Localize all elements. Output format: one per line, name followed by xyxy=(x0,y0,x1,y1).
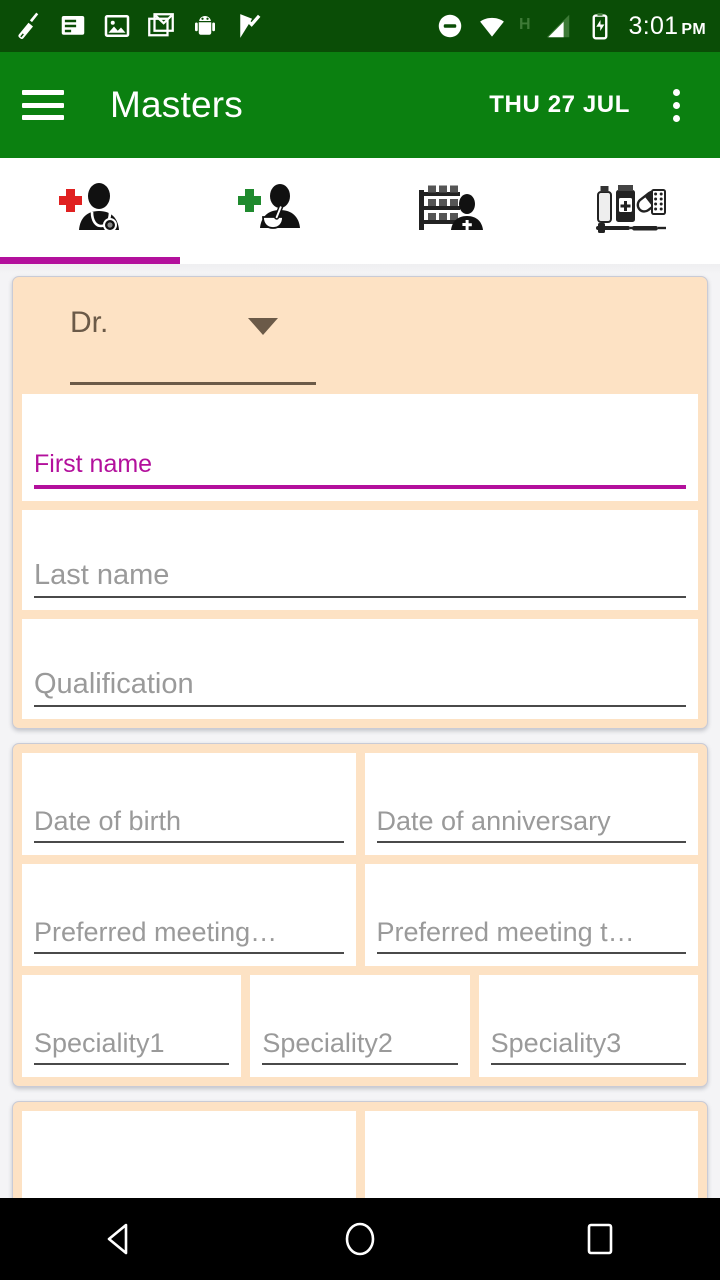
stockist-shelf-person-icon xyxy=(419,185,483,230)
title-dropdown-underline xyxy=(70,382,316,385)
partial-field-right[interactable] xyxy=(364,1111,698,1198)
chevron-down-icon xyxy=(248,318,278,335)
status-bar-left-icons xyxy=(14,11,435,41)
date-of-anniversary-field[interactable]: Date of anniversary xyxy=(364,753,698,855)
doctor-with-stethoscope-icon xyxy=(59,183,119,232)
form-scroll-area[interactable]: Dr. First name Last name Qualification D… xyxy=(0,270,720,1198)
app-bar: Masters THU 27 JUL xyxy=(0,52,720,158)
tab-active-indicator xyxy=(0,257,180,264)
qualification-underline xyxy=(34,705,686,707)
preferred-meeting-row: Preferred meeting… Preferred meeting t… xyxy=(22,864,698,966)
chemist-with-mortar-icon xyxy=(238,184,300,229)
date-of-birth-field[interactable]: Date of birth xyxy=(22,753,356,855)
tab-doctor[interactable] xyxy=(0,158,180,264)
qualification-placeholder: Qualification xyxy=(34,668,194,700)
speciality2-underline xyxy=(262,1063,458,1065)
status-bar: H 3:01 PM xyxy=(0,0,720,52)
clock: 3:01 PM xyxy=(628,11,706,40)
cellular-signal-icon xyxy=(546,14,569,38)
last-name-underline xyxy=(34,596,686,598)
wifi-icon xyxy=(480,17,504,37)
preferred-meeting-time-field[interactable]: Preferred meeting t… xyxy=(364,864,698,966)
preferred-meeting-day-field[interactable]: Preferred meeting… xyxy=(22,864,356,966)
first-name-field[interactable]: First name xyxy=(22,394,698,501)
preferred-meeting-time-placeholder: Preferred meeting t… xyxy=(376,917,635,947)
title-dropdown[interactable]: Dr. xyxy=(70,308,316,385)
tab-stockist[interactable] xyxy=(360,158,540,264)
page-title: Masters xyxy=(110,84,243,125)
speciality1-field[interactable]: Speciality1 xyxy=(22,975,242,1077)
speciality3-field[interactable]: Speciality3 xyxy=(478,975,698,1077)
document-icon xyxy=(61,16,85,35)
partial-field-left[interactable] xyxy=(22,1111,356,1198)
image-icon xyxy=(104,14,130,38)
hamburger-menu-icon[interactable] xyxy=(22,90,64,120)
last-name-placeholder: Last name xyxy=(34,559,170,591)
network-type-label: H xyxy=(518,16,531,33)
date-of-birth-placeholder: Date of birth xyxy=(34,806,182,836)
title-dropdown-value: Dr. xyxy=(70,306,109,339)
tab-bar xyxy=(0,158,720,264)
nav-recents-button[interactable] xyxy=(540,1198,660,1280)
nav-home-button[interactable] xyxy=(300,1198,420,1280)
first-name-underline xyxy=(34,485,686,489)
current-date-label: THU 27 JUL xyxy=(489,91,630,118)
preferred-meeting-day-underline xyxy=(34,952,344,954)
nav-back-button[interactable] xyxy=(60,1198,180,1280)
date-of-anniversary-placeholder: Date of anniversary xyxy=(376,806,611,836)
android-robot-icon xyxy=(195,16,215,35)
qualification-field[interactable]: Qualification xyxy=(22,619,698,719)
speciality-row: Speciality1 Speciality2 Speciality3 xyxy=(22,975,698,1077)
back-triangle-icon xyxy=(107,1223,128,1255)
speciality1-placeholder: Speciality1 xyxy=(34,1028,165,1058)
medicine-products-icon xyxy=(596,185,666,233)
do-not-disturb-icon xyxy=(438,14,462,38)
title-dropdown-row: Dr. xyxy=(22,286,698,394)
status-bar-right-icons: H 3:01 PM xyxy=(435,11,706,41)
speciality3-underline xyxy=(490,1063,686,1065)
tab-chemist[interactable] xyxy=(180,158,360,264)
speciality2-placeholder: Speciality2 xyxy=(262,1028,393,1058)
app-screen: H 3:01 PM Masters THU 27 JUL Dr. First n… xyxy=(0,0,720,1280)
details-card: Date of birth Date of anniversary Prefer… xyxy=(12,743,708,1087)
date-of-birth-underline xyxy=(34,841,344,843)
broom-clean-icon xyxy=(18,12,39,39)
speciality2-field[interactable]: Speciality2 xyxy=(250,975,470,1077)
tab-products[interactable] xyxy=(540,158,720,264)
first-name-label: First name xyxy=(34,450,153,478)
name-card: Dr. First name Last name Qualification xyxy=(12,276,708,729)
recents-square-icon xyxy=(587,1223,613,1255)
preferred-meeting-time-underline xyxy=(376,952,686,954)
check-flag-icon xyxy=(240,14,261,38)
home-circle-icon xyxy=(345,1222,375,1256)
dates-row: Date of birth Date of anniversary xyxy=(22,753,698,855)
address-card-partial xyxy=(12,1101,708,1198)
speciality3-placeholder: Speciality3 xyxy=(490,1028,622,1058)
more-vertical-icon[interactable] xyxy=(654,83,698,127)
speciality1-underline xyxy=(34,1063,230,1065)
preferred-meeting-day-placeholder: Preferred meeting… xyxy=(34,917,278,947)
partial-row xyxy=(22,1111,698,1198)
battery-charging-icon xyxy=(592,13,607,40)
last-name-field[interactable]: Last name xyxy=(22,510,698,610)
android-navigation-bar xyxy=(0,1198,720,1280)
gmail-icon xyxy=(148,13,174,37)
date-of-anniversary-underline xyxy=(376,841,686,843)
